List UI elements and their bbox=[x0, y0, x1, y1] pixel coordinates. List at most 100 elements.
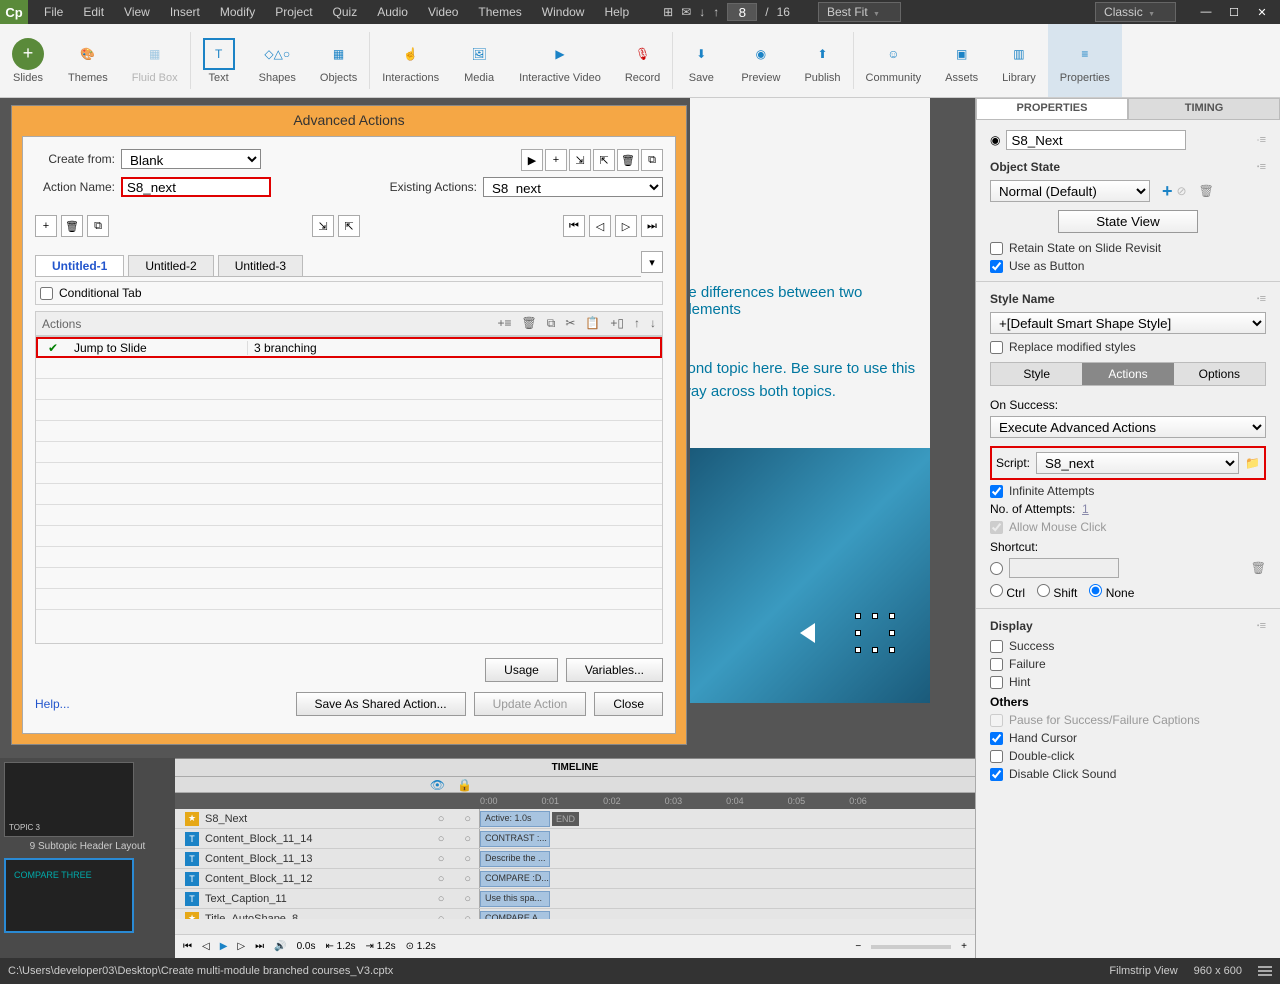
copy-row-icon[interactable]: ⧉ bbox=[547, 316, 556, 331]
add-tab-icon[interactable]: + bbox=[35, 215, 57, 237]
slide-canvas[interactable]: ne differences between two elements cond… bbox=[690, 98, 930, 703]
ctrl-radio[interactable] bbox=[990, 584, 1003, 597]
delete-action-icon[interactable]: 🗑 bbox=[617, 149, 639, 171]
state-view-button[interactable]: State View bbox=[1058, 210, 1198, 233]
zoom-selector[interactable]: Best Fit ▼ bbox=[818, 2, 901, 22]
tool-objects[interactable]: ▦Objects bbox=[308, 24, 369, 97]
timeline-row[interactable]: TContent_Block_11_13○○Describe the ... bbox=[175, 849, 975, 869]
menu-edit[interactable]: Edit bbox=[73, 1, 114, 23]
timeline-row[interactable]: TContent_Block_11_14○○CONTRAST :... bbox=[175, 829, 975, 849]
action-name-input[interactable] bbox=[121, 177, 271, 197]
script-folder-icon[interactable]: 📁 bbox=[1245, 456, 1260, 470]
decision-tab-1[interactable]: Untitled-1 bbox=[35, 255, 124, 276]
tl-next-icon[interactable]: ▷ bbox=[237, 941, 245, 952]
variables-button[interactable]: Variables... bbox=[566, 658, 663, 682]
menu-video[interactable]: Video bbox=[418, 1, 468, 23]
tool-shapes[interactable]: ◇△○Shapes bbox=[247, 24, 308, 97]
cut-row-icon[interactable]: ✂ bbox=[565, 316, 575, 331]
menu-audio[interactable]: Audio bbox=[367, 1, 418, 23]
tool-library[interactable]: ▥Library bbox=[990, 24, 1048, 97]
save-shared-button[interactable]: Save As Shared Action... bbox=[296, 692, 466, 716]
timeline-row[interactable]: TText_Caption_11○○Use this spa... bbox=[175, 889, 975, 909]
shift-radio[interactable] bbox=[1037, 584, 1050, 597]
tool-interactions[interactable]: ☝Interactions bbox=[370, 24, 451, 97]
export-action-icon[interactable]: ⇱ bbox=[593, 149, 615, 171]
last-icon[interactable]: ⏭ bbox=[641, 215, 663, 237]
slide-thumb-1[interactable]: TOPIC 3 bbox=[4, 762, 134, 837]
menu-window[interactable]: Window bbox=[532, 1, 595, 23]
properties-tab[interactable]: PROPERTIES bbox=[976, 98, 1128, 120]
delete-tab-icon[interactable]: 🗑 bbox=[61, 215, 83, 237]
insert-row-icon[interactable]: +▯ bbox=[610, 316, 624, 331]
disable-click-sound-checkbox[interactable] bbox=[990, 768, 1003, 781]
timeline-clip[interactable]: COMPARE :D... bbox=[480, 871, 550, 887]
create-from-select[interactable]: Blank bbox=[121, 149, 261, 169]
copy-group-icon[interactable]: ⇲ bbox=[312, 215, 334, 237]
decision-tab-2[interactable]: Untitled-2 bbox=[128, 255, 213, 276]
script-select[interactable]: S8_next bbox=[1036, 452, 1239, 474]
infinite-attempts-checkbox[interactable] bbox=[990, 485, 1003, 498]
double-click-checkbox[interactable] bbox=[990, 750, 1003, 763]
menu-insert[interactable]: Insert bbox=[160, 1, 210, 23]
delete-row-icon[interactable]: 🗑 bbox=[522, 316, 537, 331]
preview-action-icon[interactable]: ▶ bbox=[521, 149, 543, 171]
move-up-icon[interactable]: ↑ bbox=[634, 316, 640, 331]
on-success-select[interactable]: Execute Advanced Actions bbox=[990, 416, 1266, 438]
eye-icon[interactable]: 👁 bbox=[430, 778, 445, 792]
timeline-ruler[interactable]: 0:000:010:02 0:030:040:050:06 bbox=[175, 793, 975, 809]
tool-assets[interactable]: ▣Assets bbox=[933, 24, 990, 97]
style-tab[interactable]: Style bbox=[991, 363, 1082, 385]
timeline-row[interactable]: TContent_Block_11_12○○COMPARE :D... bbox=[175, 869, 975, 889]
slide-thumb-2[interactable]: COMPARE THREE bbox=[4, 858, 134, 933]
retain-state-checkbox[interactable] bbox=[990, 242, 1003, 255]
tool-interactive-video[interactable]: ▶Interactive Video bbox=[507, 24, 613, 97]
paste-group-icon[interactable]: ⇱ bbox=[338, 215, 360, 237]
selection-handles[interactable] bbox=[855, 613, 895, 653]
tool-preview[interactable]: ◉Preview bbox=[729, 24, 792, 97]
use-as-button-checkbox[interactable] bbox=[990, 260, 1003, 273]
import-action-icon[interactable]: ⇲ bbox=[569, 149, 591, 171]
add-action-icon[interactable]: + bbox=[545, 149, 567, 171]
actions-tab[interactable]: Actions bbox=[1082, 363, 1173, 385]
style-select[interactable]: +[Default Smart Shape Style] bbox=[990, 312, 1266, 334]
action-type-cell[interactable]: Jump to Slide bbox=[68, 341, 248, 355]
conditional-checkbox[interactable] bbox=[40, 287, 53, 300]
state-menu-icon[interactable]: ∙≡ bbox=[1257, 161, 1266, 173]
none-radio[interactable] bbox=[1089, 584, 1102, 597]
tabs-menu-icon[interactable]: ▾ bbox=[641, 251, 663, 273]
move-down-icon[interactable]: ↓ bbox=[650, 316, 656, 331]
tl-zoom-out-icon[interactable]: − bbox=[855, 941, 861, 952]
timing-tab[interactable]: TIMING bbox=[1128, 98, 1280, 120]
decision-tab-3[interactable]: Untitled-3 bbox=[218, 255, 303, 276]
duplicate-action-icon[interactable]: ⧉ bbox=[641, 149, 663, 171]
close-button[interactable]: ✕ bbox=[1248, 1, 1276, 23]
tl-play-icon[interactable]: ▶ bbox=[220, 941, 228, 952]
success-checkbox[interactable] bbox=[990, 640, 1003, 653]
usage-button[interactable]: Usage bbox=[485, 658, 558, 682]
tl-zoom-in-icon[interactable]: + bbox=[961, 941, 967, 952]
down-icon[interactable]: ↓ bbox=[699, 5, 705, 19]
tool-publish[interactable]: ⬆Publish bbox=[792, 24, 852, 97]
add-row-icon[interactable]: +≡ bbox=[498, 316, 512, 331]
page-number-input[interactable] bbox=[727, 3, 757, 21]
add-state-icon[interactable]: + bbox=[1162, 181, 1173, 202]
menu-project[interactable]: Project bbox=[265, 1, 322, 23]
help-link[interactable]: Help... bbox=[35, 697, 70, 711]
statusbar-menu-icon[interactable] bbox=[1258, 964, 1272, 978]
timeline-clip[interactable]: COMPARE A bbox=[480, 911, 550, 920]
visibility-icon[interactable]: ◉ bbox=[990, 133, 1000, 147]
state-select[interactable]: Normal (Default) bbox=[990, 180, 1150, 202]
tool-properties[interactable]: ≡Properties bbox=[1048, 24, 1122, 97]
tool-media[interactable]: 🖼Media bbox=[451, 24, 507, 97]
tool-save[interactable]: ⬇Save bbox=[673, 24, 729, 97]
delete-state-icon[interactable]: 🗑 bbox=[1199, 184, 1214, 198]
tl-last-icon[interactable]: ⏭ bbox=[255, 941, 264, 952]
menu-quiz[interactable]: Quiz bbox=[323, 1, 368, 23]
first-icon[interactable]: ⏮ bbox=[563, 215, 585, 237]
replace-styles-checkbox[interactable] bbox=[990, 341, 1003, 354]
view-mode[interactable]: Filmstrip View bbox=[1109, 965, 1177, 977]
menu-themes[interactable]: Themes bbox=[468, 1, 531, 23]
tl-prev-icon[interactable]: ◁ bbox=[202, 941, 210, 952]
minimize-button[interactable]: — bbox=[1192, 1, 1220, 23]
tool-slides[interactable]: +Slides bbox=[0, 24, 56, 97]
